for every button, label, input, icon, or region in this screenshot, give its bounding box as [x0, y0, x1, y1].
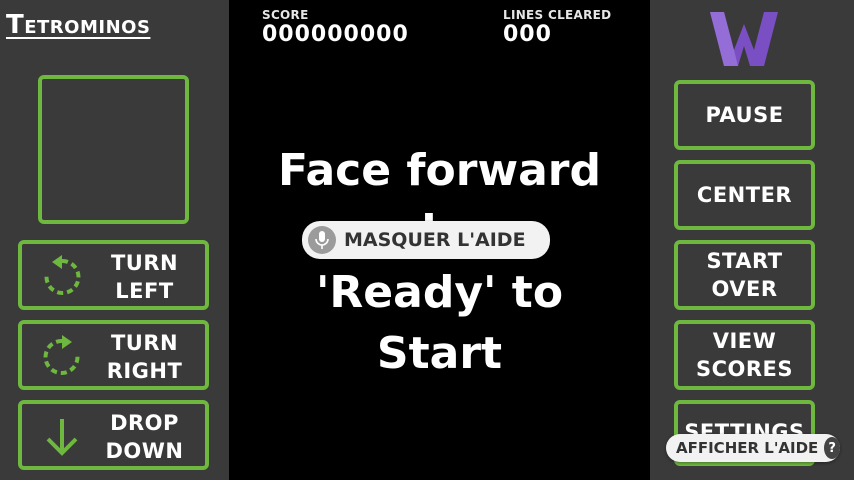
- start-over-line2: OVER: [711, 277, 778, 301]
- show-help-pill[interactable]: AFFICHER L'AIDE ?: [666, 434, 840, 462]
- next-piece-preview: [38, 75, 189, 224]
- turn-left-button[interactable]: TURN LEFT: [18, 240, 209, 310]
- view-scores-line2: SCORES: [695, 357, 794, 381]
- logo-icon: [710, 12, 778, 66]
- drop-down-button[interactable]: DROP DOWN: [18, 400, 209, 470]
- pause-label: PAUSE: [705, 103, 784, 127]
- view-scores-button[interactable]: VIEW SCORES: [674, 320, 815, 390]
- prompt-line-3: 'Ready' to: [315, 267, 564, 318]
- prompt-line-4: Start: [376, 328, 503, 379]
- turn-left-line1: TURN: [110, 251, 179, 275]
- rotate-left-icon: [44, 255, 81, 295]
- start-prompt: Face forward and say 'Ready' to Start: [229, 140, 650, 384]
- microphone-icon: [308, 226, 336, 254]
- center-label: CENTER: [696, 183, 793, 207]
- prompt-line-1: Face forward: [277, 145, 602, 196]
- turn-right-line1: TURN: [110, 331, 179, 355]
- game-title: Tetrominos: [6, 10, 151, 40]
- lines-cleared-label: LINES CLEARED: [503, 8, 612, 22]
- turn-right-line2: RIGHT: [106, 359, 183, 383]
- hide-help-label: MASQUER L'AIDE: [344, 229, 526, 251]
- start-over-line1: START: [706, 249, 783, 273]
- view-scores-line1: VIEW: [712, 329, 777, 353]
- hide-help-pill[interactable]: MASQUER L'AIDE: [302, 221, 550, 259]
- drop-down-line2: DOWN: [105, 439, 184, 463]
- score-value: 000000000: [262, 22, 409, 47]
- rotate-right-icon: [43, 335, 80, 375]
- center-button[interactable]: CENTER: [674, 160, 815, 230]
- pause-button[interactable]: PAUSE: [674, 80, 815, 150]
- lines-cleared-value: 000: [503, 22, 552, 47]
- arrow-down-icon: [46, 419, 78, 456]
- score-label: SCORE: [262, 8, 309, 22]
- turn-left-line2: LEFT: [115, 279, 174, 303]
- help-question-icon: ?: [824, 437, 840, 459]
- drop-down-line1: DROP: [110, 411, 179, 435]
- show-help-label: AFFICHER L'AIDE: [676, 439, 819, 457]
- start-over-button[interactable]: START OVER: [674, 240, 815, 310]
- turn-right-button[interactable]: TURN RIGHT: [18, 320, 209, 390]
